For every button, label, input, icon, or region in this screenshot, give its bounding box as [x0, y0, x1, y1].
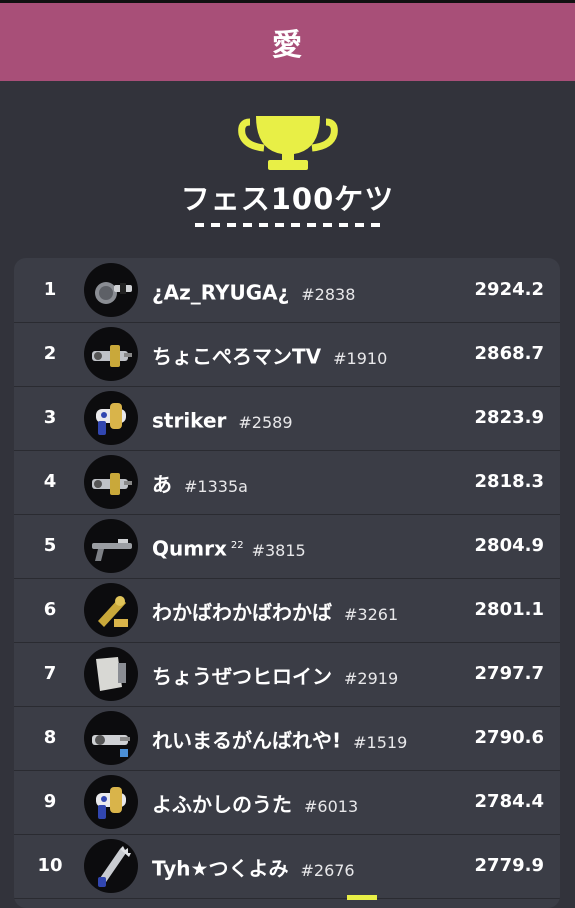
player-score: 2868.7 — [474, 343, 544, 364]
player-name: よふかしのうた #6013 — [152, 792, 359, 817]
player-name: Qumrx 22 #3815 — [152, 536, 306, 561]
rank-number: 7 — [43, 663, 57, 684]
leaderboard-row[interactable]: 3 striker #2589 2823.9 — [14, 386, 560, 451]
player-score: 2779.9 — [474, 855, 544, 876]
section-title: フェス100ケツ — [180, 182, 395, 216]
rank-number: 5 — [43, 535, 57, 556]
scroll-indicator[interactable] — [347, 895, 377, 900]
blaster-icon — [84, 775, 138, 829]
player-score: 2784.4 — [474, 791, 544, 812]
player-score: 2818.3 — [474, 471, 544, 492]
player-score: 2801.1 — [474, 599, 544, 620]
player-tag: #2676 — [300, 860, 355, 880]
player-name: Tyh★つくよみ #2676 — [152, 856, 355, 881]
gold-splatling-icon — [84, 327, 138, 381]
saw-icon — [84, 839, 138, 893]
player-score: 2823.9 — [474, 407, 544, 428]
header-bar: 愛 — [0, 3, 575, 81]
leaderboard-row[interactable]: 8 れいまるがんばれや! #1519 2790.6 — [14, 706, 560, 771]
leaderboard-row[interactable]: 9 よふかしのうた #6013 2784.4 — [14, 770, 560, 835]
player-superscript: 22 — [230, 540, 244, 551]
header-title: 愛 — [272, 28, 303, 63]
leaderboard-row[interactable]: 1 ¿Az_RYUGA¿ #2838 2924.2 — [14, 258, 560, 323]
leaderboard-row[interactable]: 10 Tyh★つくよみ #2676 2779.9 — [14, 834, 560, 899]
player-name: あ #1335a — [152, 472, 248, 497]
pan-icon — [84, 263, 138, 317]
rank-number: 3 — [43, 407, 57, 428]
player-name: striker #2589 — [152, 408, 293, 433]
title-underline — [195, 223, 380, 227]
player-name: ¿Az_RYUGA¿ #2838 — [152, 280, 356, 305]
player-score: 2790.6 — [474, 727, 544, 748]
splattershot-icon — [84, 583, 138, 637]
player-name: れいまるがんばれや! #1519 — [152, 728, 408, 753]
rank-number: 10 — [37, 855, 63, 876]
leaderboard-row[interactable]: 5 Qumrx 22 #3815 2804.9 — [14, 514, 560, 579]
rank-number: 8 — [43, 727, 57, 748]
player-score: 2797.7 — [474, 663, 544, 684]
player-tag: #2838 — [301, 284, 356, 304]
rank-number: 4 — [43, 471, 57, 492]
leaderboard-row[interactable]: 6 わかばわかばわかば #3261 2801.1 — [14, 578, 560, 643]
rank-number: 6 — [43, 599, 57, 620]
rank-number: 1 — [43, 279, 57, 300]
player-score: 2924.2 — [474, 279, 544, 300]
player-tag: #3815 — [251, 540, 306, 560]
player-tag: #1910 — [333, 348, 388, 368]
player-name: わかばわかばわかば #3261 — [152, 600, 399, 625]
brella-icon — [84, 647, 138, 701]
rank-number: 9 — [43, 791, 57, 812]
leaderboard-row[interactable]: 4 あ #1335a 2818.3 — [14, 450, 560, 515]
blaster-icon — [84, 391, 138, 445]
gold-splatling-icon — [84, 455, 138, 509]
rank-number: 2 — [43, 343, 57, 364]
leaderboard-row[interactable]: 2 ちょこぺろマンTV #1910 2868.7 — [14, 322, 560, 387]
player-tag: #3261 — [344, 604, 399, 624]
player-tag: #6013 — [304, 796, 359, 816]
charger-icon — [84, 519, 138, 573]
player-tag: #2589 — [238, 412, 293, 432]
player-score: 2804.9 — [474, 535, 544, 556]
player-tag: #1335a — [184, 476, 248, 496]
player-name: ちょこぺろマンTV #1910 — [152, 344, 388, 369]
leaderboard-row[interactable]: 7 ちょうぜつヒロイン #2919 2797.7 — [14, 642, 560, 707]
player-tag: #1519 — [353, 732, 408, 752]
player-name: ちょうぜつヒロイン #2919 — [152, 664, 399, 689]
player-tag: #2919 — [344, 668, 399, 688]
trophy-icon — [238, 116, 338, 170]
splatling-icon — [84, 711, 138, 765]
leaderboard-list: 1 ¿Az_RYUGA¿ #2838 2924.2 2 ちょこぺろマンTV #191… — [14, 258, 560, 908]
